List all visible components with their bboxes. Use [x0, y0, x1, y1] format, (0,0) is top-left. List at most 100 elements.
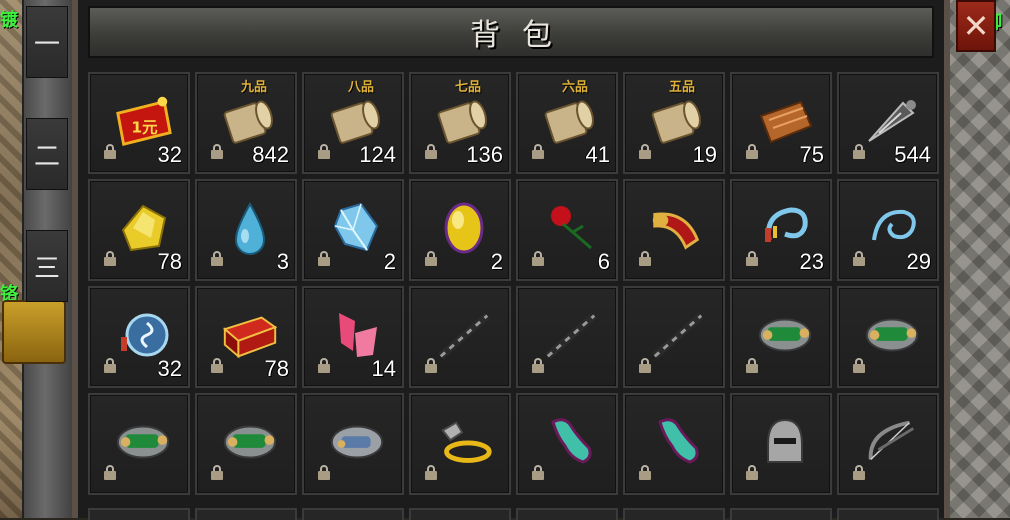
inventory-slot[interactable]: 14 [302, 286, 404, 388]
lock-icon [211, 465, 223, 480]
side-tab-1[interactable]: 一 [26, 6, 68, 78]
lock-icon [746, 144, 758, 159]
treasure-chest-icon [2, 300, 66, 364]
inventory-slot[interactable]: 九品 842 [195, 72, 297, 174]
blue-crystal-icon [326, 197, 388, 259]
lock-icon [104, 465, 116, 480]
green-bracer-icon [861, 304, 923, 366]
item-grade-label: 八品 [348, 80, 375, 95]
inventory-slot[interactable]: 78 [195, 286, 297, 388]
inventory-slot[interactable] [516, 286, 618, 388]
lock-icon [425, 358, 437, 373]
inventory-grid: 1元 32 九品 842 八品 124 七品 136 六品 41 五品 19 75 544 78 3 2 2 6 23… [88, 72, 944, 495]
window-title: 背包 [470, 18, 574, 53]
horn-icon [647, 197, 709, 259]
staff-icon [433, 304, 495, 366]
title-bar[interactable]: 背包 [88, 6, 934, 58]
lock-icon [639, 358, 651, 373]
item-count: 19 [692, 142, 717, 167]
inventory-slot[interactable] [302, 393, 404, 495]
lock-icon [532, 358, 544, 373]
item-grade-label: 七品 [455, 80, 482, 95]
inventory-slot[interactable] [623, 286, 725, 388]
lock-icon [746, 358, 758, 373]
inventory-slot[interactable] [730, 393, 832, 495]
item-count: 32 [157, 356, 182, 381]
helmet-icon [754, 411, 816, 473]
item-count: 23 [799, 249, 824, 274]
inventory-slot[interactable] [195, 393, 297, 495]
npc-name-label: 镀 [0, 10, 18, 31]
inventory-slot[interactable]: 2 [409, 179, 511, 281]
red-rose-icon [540, 197, 602, 259]
item-count: 75 [799, 142, 824, 167]
side-tab-2[interactable]: 二 [26, 118, 68, 190]
lock-icon [211, 251, 223, 266]
item-count: 78 [264, 356, 289, 381]
inventory-slot[interactable] [730, 286, 832, 388]
close-button[interactable]: ✕ [956, 0, 996, 52]
lock-icon [104, 358, 116, 373]
inventory-slot[interactable] [837, 393, 939, 495]
item-grade-label: 九品 [241, 80, 268, 95]
lock-icon [853, 144, 865, 159]
lock-icon [639, 144, 651, 159]
inventory-slot[interactable]: 23 [730, 179, 832, 281]
inventory-slot[interactable]: 544 [837, 72, 939, 174]
inventory-slot[interactable] [623, 393, 725, 495]
side-tab-3[interactable]: 三 [26, 230, 68, 302]
inventory-slot[interactable]: 六品 41 [516, 72, 618, 174]
inventory-panel: 背包 1元 32 九品 842 八品 124 七品 136 六品 41 五品 19 75 544 78 3 2 2… [72, 0, 950, 520]
lock-icon [853, 358, 865, 373]
lock-icon [532, 251, 544, 266]
staff-icon [647, 304, 709, 366]
inventory-slot[interactable] [409, 286, 511, 388]
inventory-slot[interactable] [516, 393, 618, 495]
lock-icon [425, 251, 437, 266]
inventory-slot[interactable]: 75 [730, 72, 832, 174]
inventory-slot[interactable]: 78 [88, 179, 190, 281]
inventory-slot[interactable]: 3 [195, 179, 297, 281]
teal-boot-icon [540, 411, 602, 473]
inventory-slot[interactable] [88, 393, 190, 495]
lock-icon [104, 144, 116, 159]
inventory-slot[interactable]: 五品 19 [623, 72, 725, 174]
inventory-slot[interactable]: 29 [837, 179, 939, 281]
inventory-slot[interactable]: 1元 32 [88, 72, 190, 174]
item-grade-label: 六品 [562, 80, 589, 95]
lock-icon [425, 465, 437, 480]
gray-bracer-icon [326, 411, 388, 473]
inventory-slot[interactable] [409, 393, 511, 495]
lock-icon [746, 251, 758, 266]
inventory-slot[interactable]: 2 [302, 179, 404, 281]
item-count: 842 [252, 142, 289, 167]
inventory-slot[interactable]: 七品 136 [409, 72, 511, 174]
staff-icon [540, 304, 602, 366]
teal-boot-icon [647, 411, 709, 473]
green-bracer-icon [754, 304, 816, 366]
item-count: 3 [276, 249, 289, 274]
item-count: 29 [906, 249, 931, 274]
lock-icon [853, 465, 865, 480]
inventory-slot[interactable]: 6 [516, 179, 618, 281]
inventory-slot[interactable] [623, 179, 725, 281]
inventory-slot[interactable]: 八品 124 [302, 72, 404, 174]
lock-icon [211, 144, 223, 159]
lock-icon [853, 251, 865, 266]
lock-icon [104, 251, 116, 266]
lock-icon [639, 465, 651, 480]
yellow-orb-icon [433, 197, 495, 259]
item-count: 2 [490, 249, 503, 274]
svg-text:1元: 1元 [131, 119, 158, 137]
lock-icon [318, 144, 330, 159]
item-count: 14 [371, 356, 396, 381]
inventory-slot[interactable] [837, 286, 939, 388]
lock-icon [532, 144, 544, 159]
lock-icon [211, 358, 223, 373]
inventory-slot[interactable]: 32 [88, 286, 190, 388]
green-bracer-icon [112, 411, 174, 473]
item-grade-label: 五品 [669, 80, 696, 95]
item-count: 32 [157, 142, 182, 167]
gold-ring-icon [433, 411, 495, 473]
bow-icon [861, 411, 923, 473]
